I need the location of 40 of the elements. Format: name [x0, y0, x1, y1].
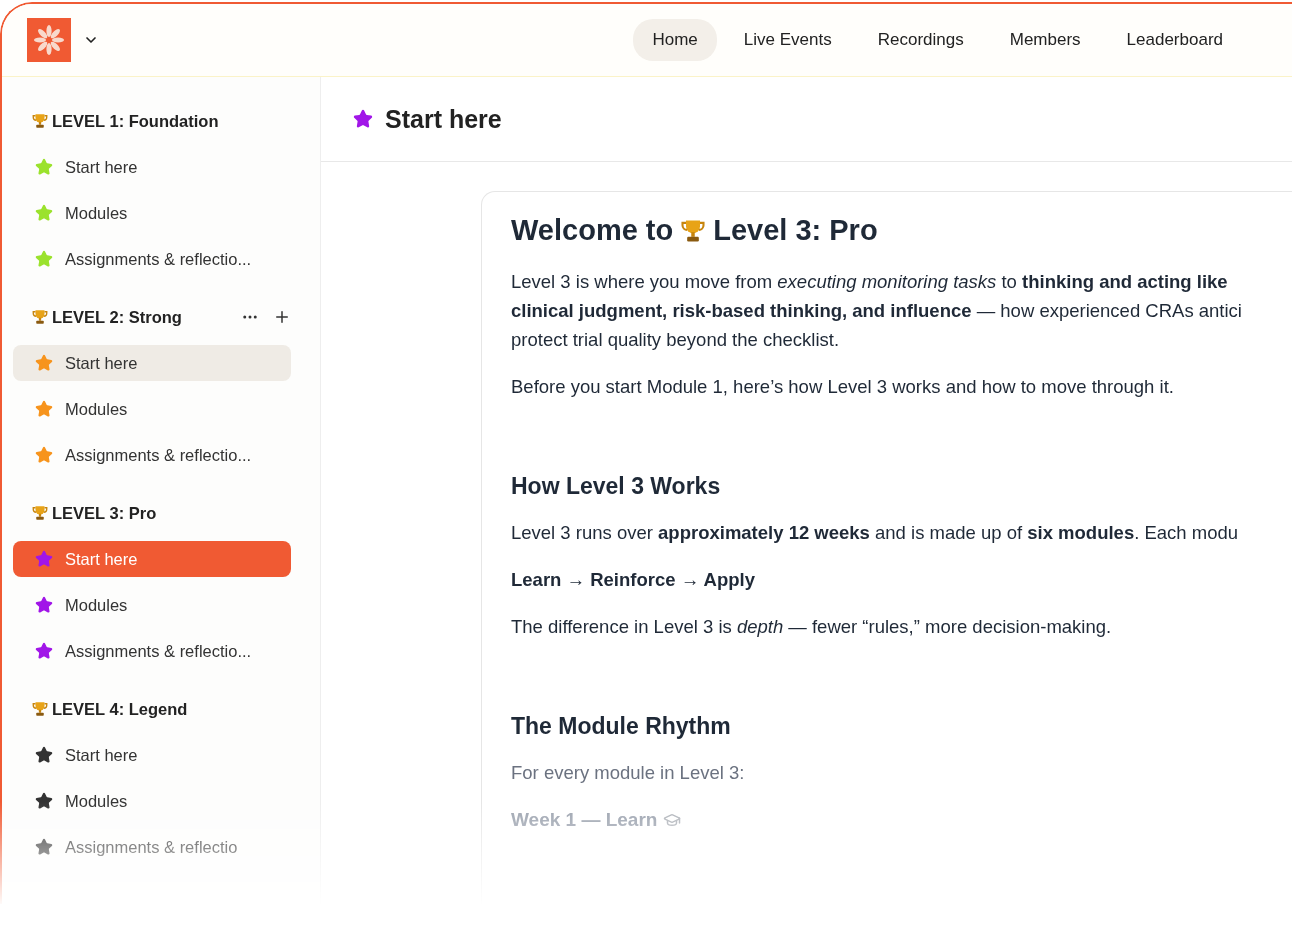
trophy-icon	[31, 308, 49, 326]
add-icon[interactable]	[273, 308, 291, 326]
logo-icon	[33, 24, 65, 56]
sidebar-item[interactable]: Modules	[13, 195, 291, 231]
paragraph: For every module in Level 3:	[511, 761, 746, 785]
nav-tab[interactable]: Live Events	[724, 19, 851, 61]
trophy-icon	[31, 504, 49, 522]
level-title: LEVEL 3: Pro	[52, 503, 157, 523]
sidebar-item[interactable]: Assignments & reflectio...	[13, 633, 291, 669]
sidebar-item[interactable]: Modules	[13, 391, 291, 427]
welcome-heading-text: Welcome to	[511, 214, 674, 247]
trophy-icon	[31, 700, 49, 718]
level-title: LEVEL 4: Legend	[52, 699, 188, 719]
paragraph: Level 3 runs over approximately 12 weeks and is made up of six modules. Each modu	[511, 521, 1240, 545]
paragraph: The difference in Level 3 is depth — fewer “rules,” more decision-making.	[511, 615, 1113, 639]
star-icon	[353, 109, 373, 129]
sidebar-item[interactable]: Start here	[13, 149, 291, 185]
sidebar-item[interactable]: Assignments & reflectio...	[13, 437, 291, 473]
sidebar-item[interactable]: Assignments & reflectio...	[13, 241, 291, 277]
paragraph: Level 3 is where you move from executing monitoring tasks to thinking and acting like clinical judgment, risk-based thinking, and influence — how experienced CRAs antici protect trial quality beyond the checklist.	[511, 270, 1243, 352]
nav-tab[interactable]: Home	[633, 19, 717, 61]
sidebar-item[interactable]: Start here	[13, 345, 291, 381]
nav-tab[interactable]: Members	[990, 19, 1100, 61]
trophy-icon	[31, 112, 49, 130]
paragraph: Before you start Module 1, here’s how Level 3 works and how to move through it.	[511, 375, 1175, 399]
week-heading: Week 1 — Learn	[511, 809, 658, 831]
logo[interactable]	[27, 18, 71, 62]
page-title: Start here	[385, 104, 502, 134]
sidebar-item[interactable]: Modules	[13, 783, 291, 819]
sidebar-item[interactable]: Modules	[13, 587, 291, 623]
graduation-cap-icon	[663, 811, 682, 829]
nav-tab[interactable]: Leaderboard	[1107, 19, 1242, 61]
level-title: LEVEL 2: Strong	[52, 307, 182, 327]
section-heading: The Module Rhythm	[511, 713, 732, 740]
sidebar-item[interactable]: Start here	[13, 737, 291, 773]
section-heading: How Level 3 Works	[511, 473, 722, 500]
steps-text: Learn → Reinforce → Apply	[511, 568, 756, 592]
level-title: LEVEL 1: Foundation	[52, 111, 219, 131]
nav-tab[interactable]: Recordings	[858, 19, 983, 61]
level-heading-text: Level 3: Pro	[713, 214, 878, 247]
